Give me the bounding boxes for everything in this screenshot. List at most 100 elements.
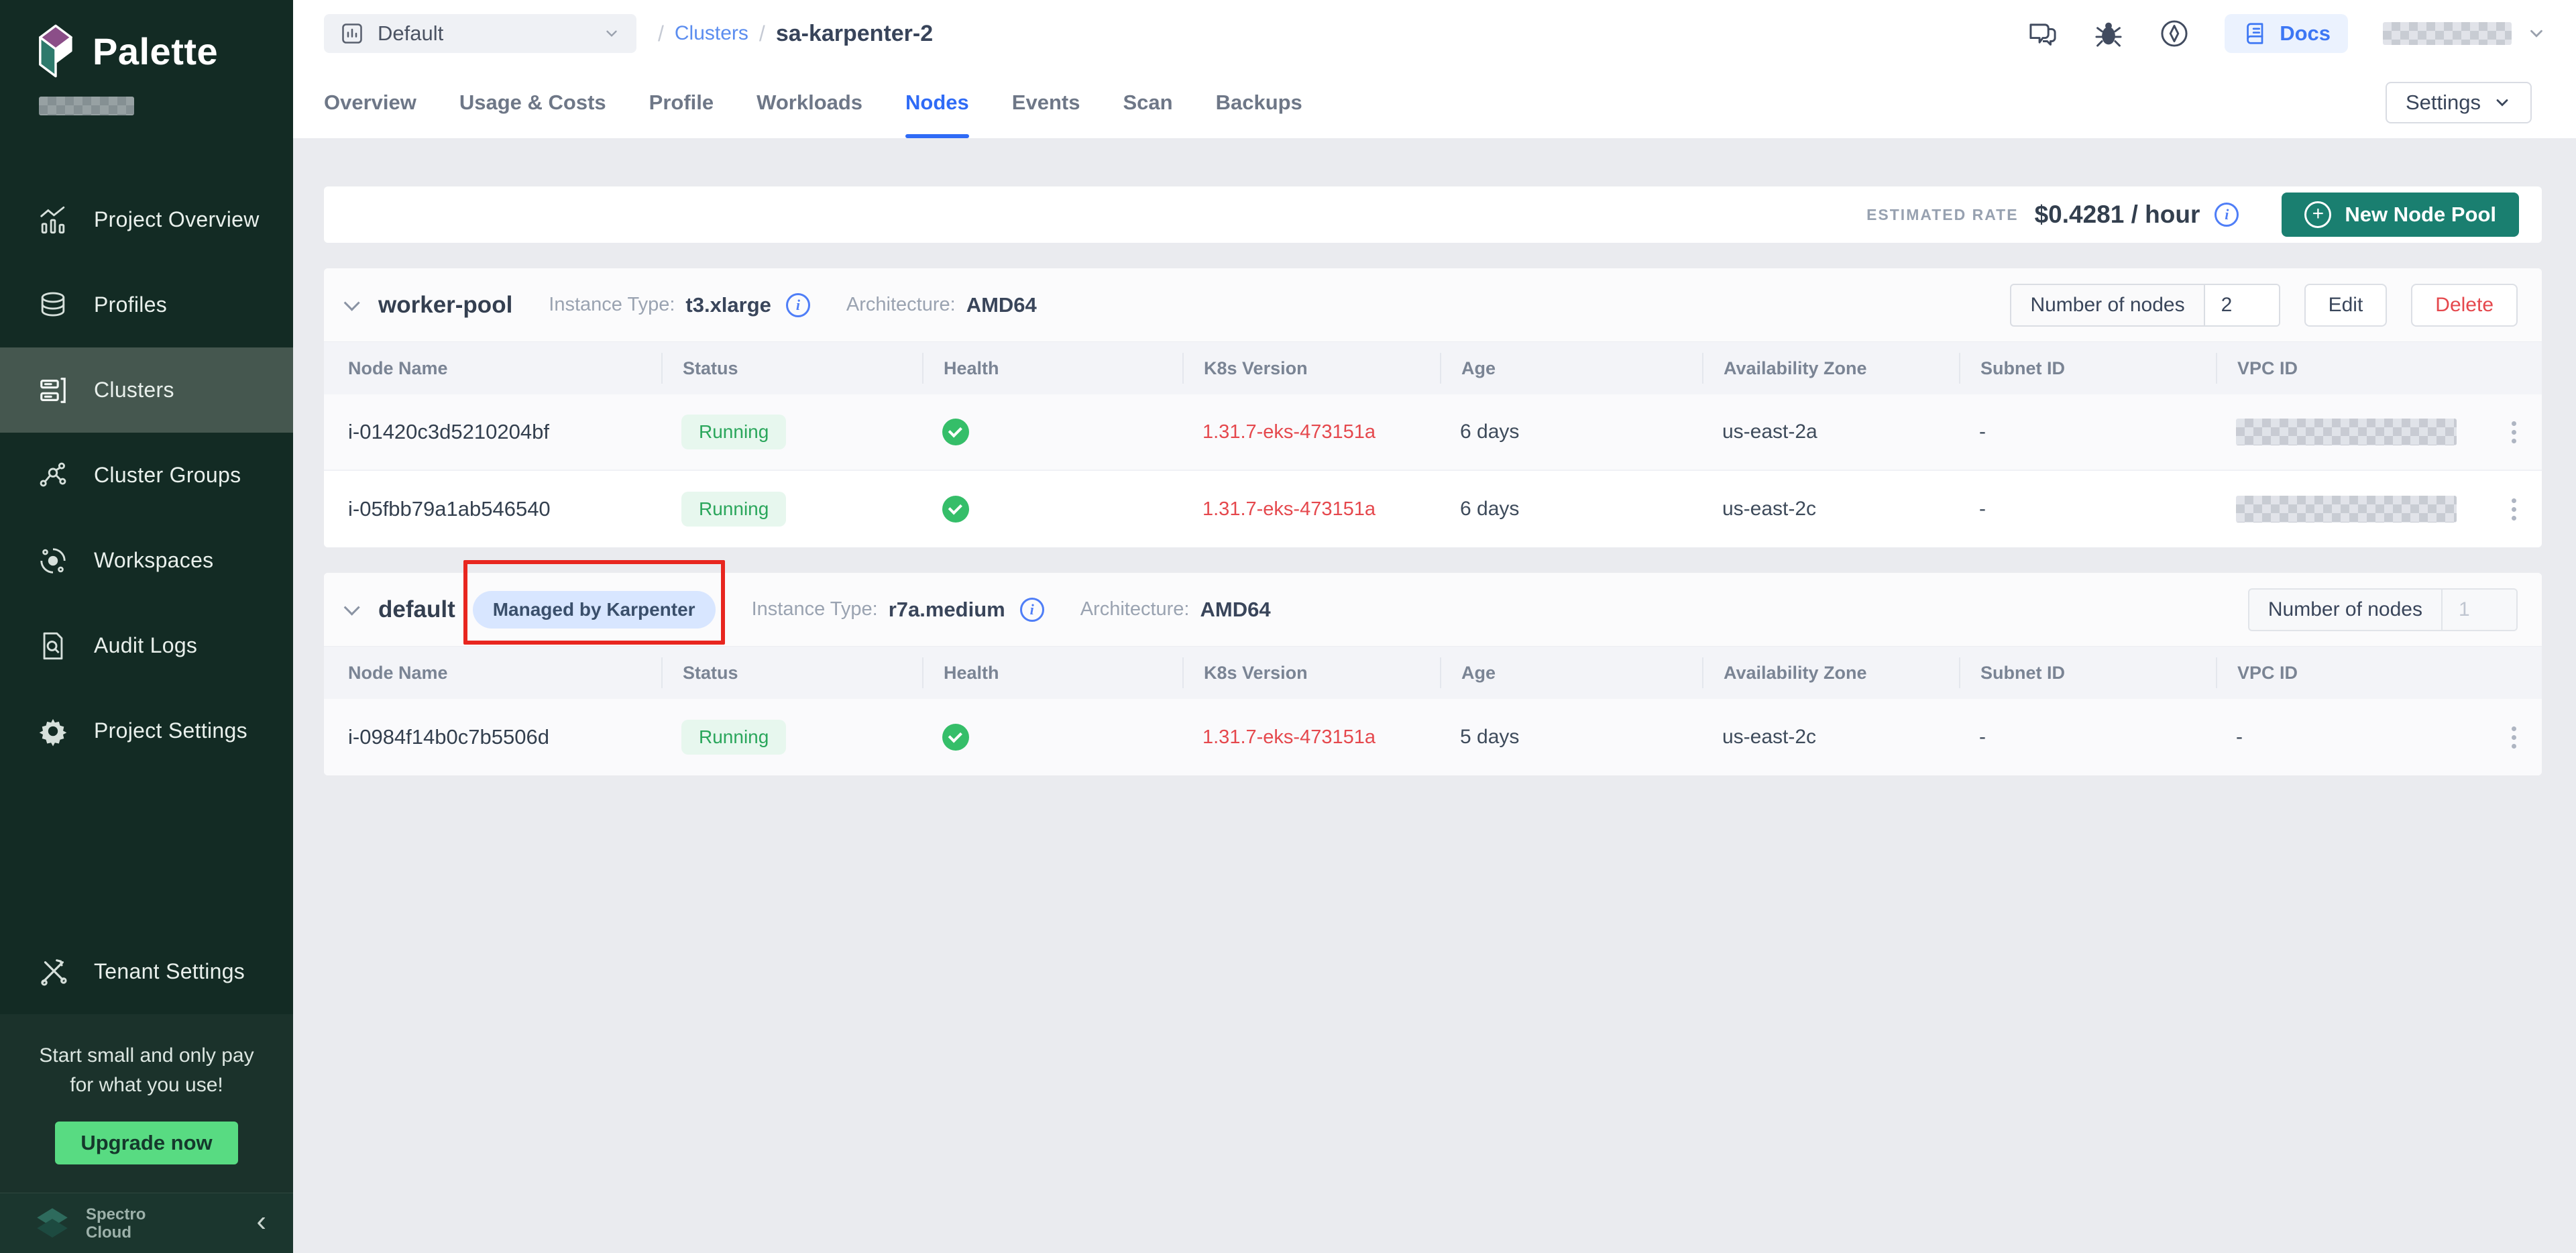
- sidebar-item-label: Clusters: [94, 378, 174, 402]
- edit-button[interactable]: Edit: [2304, 284, 2388, 327]
- rate-info-icon[interactable]: i: [2215, 203, 2239, 227]
- column-header-subnet-id: Subnet ID: [1959, 353, 2216, 384]
- topbar-actions: Docs: [2027, 14, 2546, 53]
- delete-button[interactable]: Delete: [2411, 284, 2518, 327]
- column-header-status: Status: [661, 353, 922, 384]
- instance-type-info-icon[interactable]: i: [786, 293, 810, 317]
- palette-logo-icon: [35, 23, 76, 79]
- collapse-chevron-icon[interactable]: [344, 295, 360, 311]
- column-header-actions: [2481, 657, 2542, 688]
- table-row: i-05fbb79a1ab546540 Running 1.31.7-eks-4…: [324, 471, 2542, 547]
- node-pools-container: worker-pool Instance Type: t3.xlarge i A…: [324, 268, 2542, 775]
- bug-report-icon[interactable]: [2093, 18, 2124, 49]
- pool-controls: Number of nodes 1: [2248, 588, 2518, 631]
- table-header-row: Node NameStatusHealthK8s VersionAgeAvail…: [324, 342, 2542, 394]
- tab-usage-costs[interactable]: Usage & Costs: [459, 67, 606, 138]
- number-of-nodes-input[interactable]: 2: [2204, 285, 2279, 325]
- architecture-meta: Architecture: AMD64: [846, 293, 1037, 317]
- breadcrumb-clusters-link[interactable]: Clusters: [675, 22, 748, 45]
- breadcrumb: / Clusters / sa-karpenter-2: [658, 21, 933, 47]
- instance-type-info-icon[interactable]: i: [1020, 598, 1044, 622]
- managed-by-karpenter-badge-wrap: Managed by Karpenter: [473, 591, 716, 629]
- sidebar-item-label: Project Settings: [94, 718, 247, 743]
- sidebar-item-audit-logs[interactable]: Audit Logs: [0, 603, 293, 688]
- user-account-menu[interactable]: [2383, 22, 2546, 45]
- tab-nodes[interactable]: Nodes: [905, 67, 969, 138]
- tab-events[interactable]: Events: [1012, 67, 1080, 138]
- row-actions-kebab-icon[interactable]: [2508, 722, 2520, 753]
- node-name: i-0984f14b0c7b5506d: [348, 725, 549, 749]
- column-header-health: Health: [922, 353, 1182, 384]
- upgrade-now-button[interactable]: Upgrade now: [55, 1122, 237, 1164]
- sidebar-item-cluster-groups[interactable]: Cluster Groups: [0, 433, 293, 518]
- table-rows: i-01420c3d5210204bf Running 1.31.7-eks-4…: [324, 394, 2542, 547]
- sidebar-item-label: Project Overview: [94, 207, 260, 232]
- pool-name: worker-pool: [378, 292, 512, 319]
- redacted-user-name: [2383, 22, 2512, 45]
- column-header-age: Age: [1440, 657, 1702, 688]
- cluster-settings-button[interactable]: Settings: [2386, 82, 2532, 123]
- sidebar-item-label: Audit Logs: [94, 633, 197, 658]
- tab-label: Scan: [1123, 91, 1172, 115]
- column-header-vpc-id: VPC ID: [2216, 353, 2481, 384]
- column-header-actions: [2481, 353, 2542, 384]
- tools-icon: [38, 957, 68, 987]
- k8s-version: 1.31.7-eks-473151a: [1202, 498, 1376, 521]
- number-of-nodes-label: Number of nodes: [2249, 590, 2441, 630]
- sidebar-item-label: Cluster Groups: [94, 463, 241, 488]
- upgrade-promo: Start small and only pay for what you us…: [0, 1014, 293, 1193]
- tab-profile[interactable]: Profile: [649, 67, 714, 138]
- help-compass-icon[interactable]: [2159, 18, 2190, 49]
- healthy-check-icon: [942, 724, 969, 751]
- instance-type-meta: Instance Type: r7a.medium i: [752, 598, 1044, 622]
- node-pool-worker-pool: worker-pool Instance Type: t3.xlarge i A…: [324, 268, 2542, 547]
- cluster-tabs-bar: Overview Usage & Costs Profile Workloads Nod…: [293, 67, 2576, 138]
- table-row: i-01420c3d5210204bf Running 1.31.7-eks-4…: [324, 394, 2542, 471]
- tab-label: Backups: [1216, 91, 1302, 115]
- subnet-id: -: [1979, 498, 1986, 521]
- sidebar-item-project-settings[interactable]: Project Settings: [0, 688, 293, 773]
- chevron-down-icon: [603, 25, 620, 42]
- breadcrumb-separator: /: [759, 21, 765, 46]
- project-selector-dropdown[interactable]: Default: [324, 14, 636, 53]
- book-icon: [2242, 20, 2269, 47]
- row-actions-kebab-icon[interactable]: [2508, 417, 2520, 447]
- number-of-nodes-input[interactable]: 1: [2441, 590, 2516, 630]
- feedback-chat-icon[interactable]: [2027, 18, 2058, 49]
- tab-backups[interactable]: Backups: [1216, 67, 1302, 138]
- docs-button[interactable]: Docs: [2225, 14, 2348, 53]
- column-header-availability-zone: Availability Zone: [1702, 657, 1959, 688]
- spectro-cloud-wordmark: Spectro Cloud: [86, 1205, 146, 1242]
- clusters-icon: [38, 375, 68, 406]
- sidebar-item-workspaces[interactable]: Workspaces: [0, 518, 293, 603]
- collapse-chevron-icon[interactable]: [344, 600, 360, 616]
- column-header-health: Health: [922, 657, 1182, 688]
- breadcrumb-separator: /: [658, 21, 664, 46]
- tab-label: Overview: [324, 91, 416, 115]
- tab-overview[interactable]: Overview: [324, 67, 416, 138]
- sidebar-item-project-overview[interactable]: Project Overview: [0, 177, 293, 262]
- sidebar-collapse-icon[interactable]: ‹: [256, 1207, 266, 1240]
- tab-scan[interactable]: Scan: [1123, 67, 1172, 138]
- sidebar-item-label: Workspaces: [94, 548, 213, 573]
- doc-search-icon: [38, 631, 68, 661]
- new-node-pool-button[interactable]: New Node Pool: [2282, 193, 2519, 237]
- availability-zone: us-east-2c: [1722, 726, 1816, 749]
- column-header-subnet-id: Subnet ID: [1959, 657, 2216, 688]
- tab-workloads[interactable]: Workloads: [757, 67, 862, 138]
- architecture-meta: Architecture: AMD64: [1080, 598, 1271, 622]
- sidebar: Palette Project Overview Profiles Cluste…: [0, 0, 293, 1253]
- sidebar-item-clusters[interactable]: Clusters: [0, 347, 293, 433]
- estimated-rate-value: $0.4281 / hour: [2035, 201, 2200, 229]
- row-actions-kebab-icon[interactable]: [2508, 494, 2520, 525]
- plus-circle-icon: [2304, 201, 2331, 228]
- pool-header: default Managed by Karpenter Instance Ty…: [324, 573, 2542, 647]
- column-header-status: Status: [661, 657, 922, 688]
- app-root: Palette Project Overview Profiles Cluste…: [0, 0, 2576, 1253]
- orbit-icon: [38, 545, 68, 576]
- sidebar-item-profiles[interactable]: Profiles: [0, 262, 293, 347]
- project-scope-icon: [340, 21, 364, 46]
- palette-brand: Palette: [0, 0, 293, 79]
- nodes-content: ESTIMATED RATE $0.4281 / hour i New Node…: [293, 138, 2576, 1253]
- sidebar-item-tenant-settings[interactable]: Tenant Settings: [0, 929, 293, 1014]
